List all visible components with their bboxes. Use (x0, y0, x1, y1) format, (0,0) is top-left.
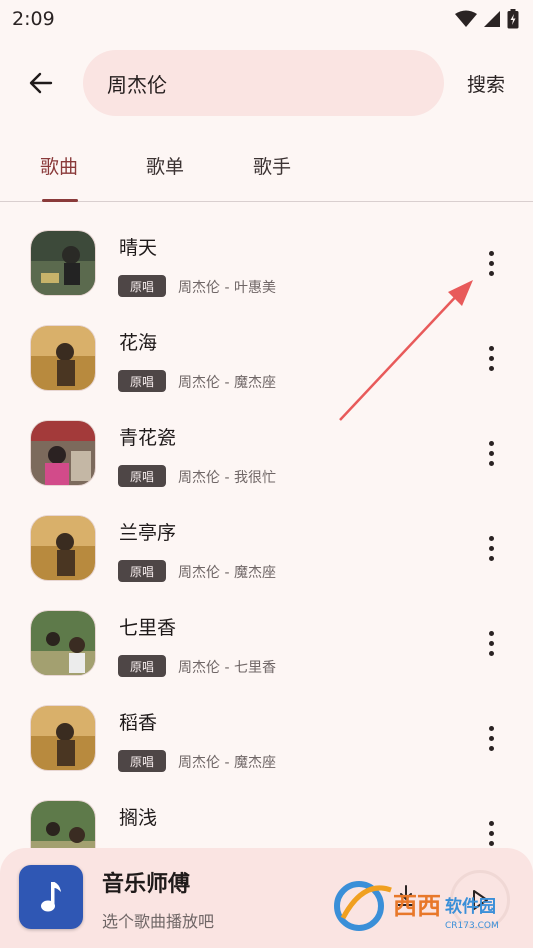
album-cover (30, 420, 96, 486)
svg-text:软件园: 软件园 (445, 896, 496, 917)
song-title: 晴天 (119, 237, 158, 259)
more-options-button[interactable] (478, 530, 504, 566)
tab-bar: 歌曲 歌单 歌手 (0, 140, 533, 202)
search-button[interactable]: 搜索 (467, 70, 505, 97)
song-title: 稻香 (119, 712, 158, 734)
tab-indicator (42, 199, 78, 202)
signal-icon (484, 11, 500, 27)
more-vert-icon (488, 725, 494, 731)
song-artist-album: 周杰伦 - 魔杰座 (178, 375, 276, 391)
original-badge: 原唱 (118, 465, 166, 487)
watermark-logo: 西西 软件园 CR173.COM (333, 870, 513, 940)
back-button[interactable] (16, 58, 66, 108)
song-title: 青花瓷 (119, 427, 177, 449)
tab-artists[interactable]: 歌手 (253, 152, 291, 179)
song-artist-album: 周杰伦 - 我很忙 (178, 470, 276, 486)
original-badge: 原唱 (118, 655, 166, 677)
album-cover (30, 705, 96, 771)
annotation-arrow-icon (339, 280, 473, 421)
search-query: 周杰伦 (107, 72, 167, 97)
more-vert-icon (488, 630, 494, 636)
song-artist-album: 周杰伦 - 叶惠美 (178, 280, 276, 296)
more-options-button[interactable] (478, 815, 504, 851)
song-artist-album: 周杰伦 - 魔杰座 (178, 565, 276, 581)
more-options-button[interactable] (478, 340, 504, 376)
song-artist-album: 周杰伦 - 魔杰座 (178, 755, 276, 771)
player-subtitle: 选个歌曲播放吧 (102, 912, 215, 931)
album-cover (30, 610, 96, 676)
more-vert-icon (488, 345, 494, 351)
song-row[interactable]: 七里香 原唱 周杰伦 - 七里香 (0, 597, 533, 692)
song-title: 搁浅 (119, 807, 158, 829)
song-artist-album: 周杰伦 - 七里香 (178, 660, 276, 676)
status-bar: 2:09 (0, 0, 533, 38)
original-badge: 原唱 (118, 750, 166, 772)
search-input[interactable]: 周杰伦 (83, 50, 444, 116)
tab-playlists[interactable]: 歌单 (146, 152, 184, 179)
tab-songs[interactable]: 歌曲 (40, 152, 78, 179)
album-cover (30, 325, 96, 391)
original-badge: 原唱 (118, 560, 166, 582)
more-vert-icon (488, 440, 494, 446)
svg-text:CR173.COM: CR173.COM (445, 921, 499, 931)
player-cover (19, 865, 83, 929)
more-options-button[interactable] (478, 245, 504, 281)
song-row[interactable]: 稻香 原唱 周杰伦 - 魔杰座 (0, 692, 533, 787)
search-row: 周杰伦 搜索 (0, 50, 533, 116)
song-title: 七里香 (119, 617, 177, 639)
player-title: 音乐师傅 (102, 872, 191, 897)
song-row[interactable]: 兰亭序 原唱 周杰伦 - 魔杰座 (0, 502, 533, 597)
battery-icon (507, 9, 519, 29)
svg-text:西西: 西西 (393, 892, 441, 920)
status-time: 2:09 (12, 8, 55, 30)
status-icons (455, 9, 519, 29)
more-vert-icon (488, 250, 494, 256)
more-options-button[interactable] (478, 625, 504, 661)
original-badge: 原唱 (118, 370, 166, 392)
album-cover (30, 515, 96, 581)
song-title: 兰亭序 (119, 522, 177, 544)
album-cover (30, 230, 96, 296)
arrow-left-icon (29, 72, 53, 94)
more-options-button[interactable] (478, 720, 504, 756)
music-note-icon (41, 882, 61, 912)
song-title: 花海 (119, 332, 158, 354)
wifi-icon (455, 10, 477, 27)
original-badge: 原唱 (118, 275, 166, 297)
more-vert-icon (488, 535, 494, 541)
more-vert-icon (488, 820, 494, 826)
more-options-button[interactable] (478, 435, 504, 471)
